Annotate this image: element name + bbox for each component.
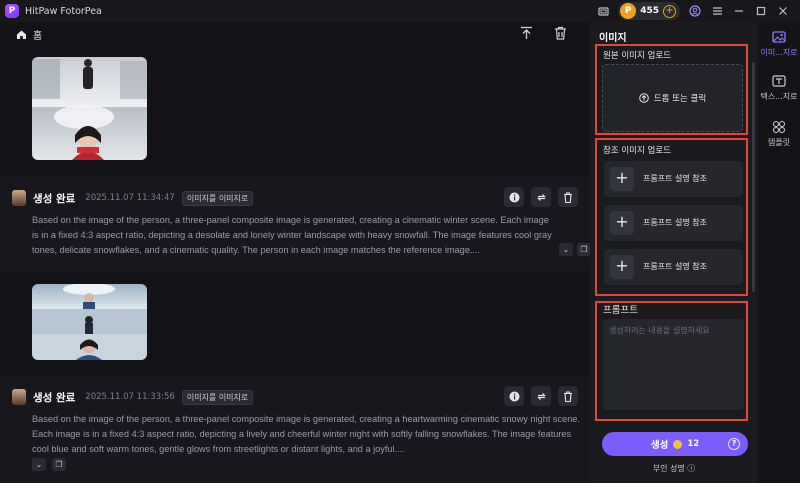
result-prompt-text: Based on the image of the person, a thre… — [32, 414, 580, 454]
reference-slot[interactable]: + 프롬프트 설명 참조 — [604, 249, 743, 285]
result-image-thumbnail[interactable] — [32, 284, 147, 360]
generate-label: 생성 — [650, 440, 669, 451]
reference-slot[interactable]: + 프롬프트 설명 참조 — [604, 205, 743, 241]
generate-button[interactable]: 생성 12 ? — [602, 432, 748, 456]
info-icon — [509, 192, 519, 202]
help-icon[interactable]: ? — [728, 438, 740, 450]
dropzone-text: 드롭 또는 클릭 — [653, 94, 707, 104]
reference-slot-label: 프롬프트 설명 참조 — [643, 262, 707, 271]
image-icon — [772, 31, 786, 43]
info-button[interactable] — [504, 386, 524, 406]
plus-icon: + — [610, 167, 634, 191]
copy-icon: ❐ — [580, 245, 588, 254]
home-icon — [17, 30, 26, 39]
reference-upload-section: 참조 이미지 업로드 + 프롬프트 설명 참조 + 프롬프트 설명 참조 + 프… — [595, 138, 748, 296]
info-button[interactable] — [504, 187, 524, 207]
template-icon — [772, 120, 786, 134]
reference-upload-label: 참조 이미지 업로드 — [603, 146, 671, 156]
result-feed[interactable]: 생성 완료 2025.11.07 11:34:47 이미지를 이미지로 Base… — [0, 46, 590, 483]
app-logo: P — [5, 4, 19, 18]
trash-icon[interactable] — [552, 25, 568, 41]
panel-scrollbar[interactable] — [752, 62, 755, 292]
top-toolbar: 홈 — [0, 22, 590, 46]
result-avatar — [12, 190, 26, 206]
menu-icon[interactable] — [706, 0, 728, 22]
regenerate-icon — [536, 193, 546, 201]
result-prompt-text: Based on the image of the person, a thre… — [32, 215, 552, 255]
reference-slot-label: 프롬프트 설명 참조 — [643, 218, 707, 227]
chevron-down-icon: ⌄ — [562, 245, 570, 254]
text-image-icon — [772, 75, 786, 87]
plus-icon: + — [610, 211, 634, 235]
home-button[interactable]: 홈 — [16, 27, 42, 42]
coin-avatar-icon: P — [620, 3, 637, 19]
rail-item-templates[interactable]: 템플릿 — [758, 120, 800, 148]
chevron-down-icon: ⌄ — [35, 460, 43, 469]
copy-button[interactable]: ❐ — [577, 243, 590, 256]
home-label: 홈 — [33, 31, 43, 42]
expand-button[interactable]: ⌄ — [32, 458, 46, 471]
add-coins-button[interactable]: + — [663, 4, 676, 18]
reference-slot[interactable]: + 프롬프트 설명 참조 — [604, 161, 743, 197]
prompt-input[interactable]: 생성하려는 내용을 설명하세요 — [603, 319, 744, 410]
copy-icon: ❐ — [55, 460, 63, 469]
settings-panel: 이미지 원본 이미지 업로드 드롭 또는 클릭 참조 이미지 업로드 + 프롬프… — [590, 22, 758, 483]
upload-icon[interactable] — [518, 25, 534, 41]
info-icon: ⓘ — [687, 464, 696, 473]
coin-icon — [673, 439, 683, 449]
result-mode-tag: 이미지를 이미지로 — [181, 389, 254, 405]
close-icon[interactable] — [772, 0, 794, 22]
source-dropzone[interactable]: 드롭 또는 클릭 — [602, 64, 743, 132]
upload-icon — [639, 93, 649, 103]
mode-rail: 이미...지로 텍스...지로 템플릿 — [758, 22, 800, 483]
regenerate-button[interactable] — [531, 386, 551, 406]
delete-button[interactable] — [558, 187, 578, 207]
minimize-icon[interactable] — [728, 0, 750, 22]
coin-balance[interactable]: P 455 + — [618, 2, 680, 20]
result-time: 2025.11.07 11:33:56 — [85, 392, 175, 402]
result-status: 생성 완료 — [33, 391, 76, 404]
reference-slot-label: 프롬프트 설명 참조 — [643, 174, 707, 183]
title-bar: P HitPaw FotorPea P 455 + — [0, 0, 800, 22]
rail-item-label: 이미...지로 — [760, 48, 798, 57]
result-card: 생성 완료 2025.11.07 11:33:56 이미지를 이미지로 Base… — [0, 375, 590, 483]
plus-icon: + — [610, 255, 634, 279]
delete-button[interactable] — [558, 386, 578, 406]
result-time: 2025.11.07 11:34:47 — [85, 193, 175, 203]
app-title: HitPaw FotorPea — [25, 5, 102, 17]
rail-item-label: 템플릿 — [767, 138, 791, 147]
info-icon — [509, 391, 519, 401]
rail-item-label: 텍스...지로 — [760, 92, 798, 101]
maximize-icon[interactable] — [750, 0, 772, 22]
result-image-thumbnail[interactable] — [32, 57, 147, 160]
source-upload-section: 원본 이미지 업로드 드롭 또는 클릭 — [595, 44, 748, 135]
result-card: 생성 완료 2025.11.07 11:34:47 이미지를 이미지로 Base… — [0, 176, 590, 271]
trash-icon — [564, 390, 572, 402]
screenshot-icon[interactable] — [592, 0, 614, 22]
rail-item-image-to-image[interactable]: 이미...지로 — [758, 30, 800, 58]
trash-icon — [564, 191, 572, 203]
panel-title: 이미지 — [599, 33, 627, 44]
disclaimer-link[interactable]: 부인 성명 ⓘ — [590, 463, 758, 474]
regenerate-button[interactable] — [531, 187, 551, 207]
result-avatar — [12, 389, 26, 405]
prompt-section: 프롬프트 생성하려는 내용을 설명하세요 — [595, 301, 748, 421]
regenerate-icon — [536, 392, 546, 400]
result-status: 생성 완료 — [33, 192, 76, 205]
coin-count: 455 — [640, 6, 659, 16]
prompt-label: 프롬프트 — [603, 305, 638, 316]
generate-cost: 12 — [687, 439, 700, 449]
source-upload-label: 원본 이미지 업로드 — [603, 51, 671, 61]
disclaimer-label: 부인 성명 — [652, 464, 685, 473]
rail-item-text-to-image[interactable]: 텍스...지로 — [758, 74, 800, 102]
result-mode-tag: 이미지를 이미지로 — [181, 190, 254, 206]
account-icon[interactable] — [684, 0, 706, 22]
expand-button[interactable]: ⌄ — [559, 243, 573, 256]
copy-button[interactable]: ❐ — [52, 458, 66, 471]
